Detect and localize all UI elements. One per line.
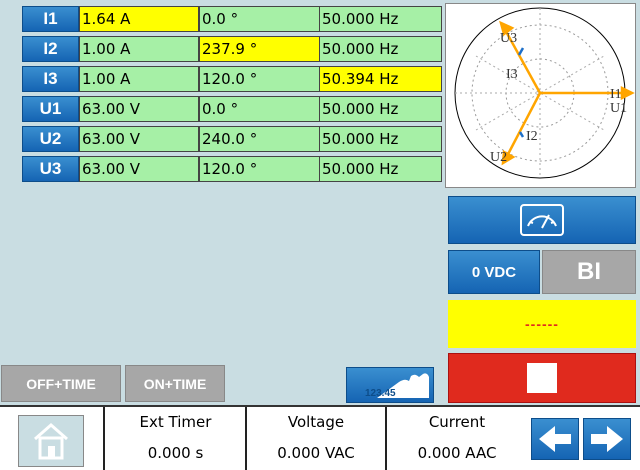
u3-angle-field[interactable]: 120.0 ° — [199, 156, 321, 182]
channel-button-u1[interactable]: U1 — [22, 96, 79, 122]
u2-magnitude-field[interactable]: 63.00 V — [79, 126, 199, 152]
channel-button-i2[interactable]: I2 — [22, 36, 79, 62]
phasor-diagram-svg: U3 I3 I1 U1 I2 U2 — [454, 7, 635, 179]
current-value: 0.000 AAC — [417, 444, 497, 462]
footer-top-line — [0, 405, 640, 407]
i1-magnitude-field[interactable]: 1.64 A — [79, 6, 199, 32]
ext-timer-value: 0.000 s — [147, 444, 204, 462]
voltage-value: 0.000 VAC — [277, 444, 355, 462]
channel-button-i1[interactable]: I1 — [22, 6, 79, 32]
u1-angle-field[interactable]: 0.0 ° — [199, 96, 321, 122]
back-arrow-button[interactable] — [531, 418, 579, 460]
label-u2: U2 — [490, 150, 507, 165]
channel-button-u3[interactable]: U3 — [22, 156, 79, 182]
label-i2: I2 — [526, 129, 538, 144]
phasor-diagram: U3 I3 I1 U1 I2 U2 — [445, 3, 636, 188]
label-i1: I1 — [610, 87, 622, 102]
voltage-label: Voltage — [287, 413, 345, 431]
meter-icon — [520, 204, 564, 236]
i3-angle-field[interactable]: 120.0 ° — [199, 66, 321, 92]
stop-icon — [527, 363, 557, 393]
stop-button[interactable] — [448, 353, 636, 403]
u1-frequency-field[interactable]: 50.000 Hz — [319, 96, 442, 122]
on-time-label: ON+TIME — [143, 375, 207, 392]
i3-frequency-field[interactable]: 50.394 Hz — [319, 66, 442, 92]
meter-button[interactable] — [448, 196, 636, 244]
vdc-label: 0 VDC — [471, 263, 517, 281]
ext-timer-label: Ext Timer — [139, 413, 212, 431]
right-arrow-icon — [591, 426, 623, 452]
off-time-label: OFF+TIME — [26, 375, 96, 392]
hand-numeric-icon: 123.45 — [365, 373, 429, 399]
i2-magnitude-field[interactable]: 1.00 A — [79, 36, 199, 62]
u3-frequency-field[interactable]: 50.000 Hz — [319, 156, 442, 182]
i3-magnitude-field[interactable]: 1.00 A — [79, 66, 199, 92]
off-time-button[interactable]: OFF+TIME — [1, 365, 121, 402]
bi-label: BI — [577, 258, 601, 285]
u2-angle-field[interactable]: 240.0 ° — [199, 126, 321, 152]
label-u3: U3 — [500, 31, 517, 46]
vdc-button[interactable]: 0 VDC — [448, 250, 540, 294]
bi-button[interactable]: BI — [542, 250, 636, 294]
i1-frequency-field[interactable]: 50.000 Hz — [319, 6, 442, 32]
status-indicator: ------ — [448, 300, 636, 348]
u1-magnitude-field[interactable]: 63.00 V — [79, 96, 199, 122]
channel-button-i3[interactable]: I3 — [22, 66, 79, 92]
i1-angle-field[interactable]: 0.0 ° — [199, 6, 321, 32]
home-button[interactable] — [18, 415, 84, 467]
numeric-entry-button[interactable]: 123.45 — [346, 367, 434, 403]
i2-angle-field[interactable]: 237.9 ° — [199, 36, 321, 62]
forward-arrow-button[interactable] — [583, 418, 631, 460]
label-i3: I3 — [506, 67, 518, 82]
channel-button-u2[interactable]: U2 — [22, 126, 79, 152]
numeric-icon-text: 123.45 — [365, 388, 396, 399]
u2-frequency-field[interactable]: 50.000 Hz — [319, 126, 442, 152]
current-label: Current — [428, 413, 486, 431]
label-u1: U1 — [610, 101, 627, 116]
on-time-button[interactable]: ON+TIME — [125, 365, 225, 402]
i2-frequency-field[interactable]: 50.000 Hz — [319, 36, 442, 62]
status-text: ------ — [525, 316, 559, 332]
home-icon — [34, 423, 68, 460]
left-arrow-icon — [539, 426, 571, 452]
u3-magnitude-field[interactable]: 63.00 V — [79, 156, 199, 182]
